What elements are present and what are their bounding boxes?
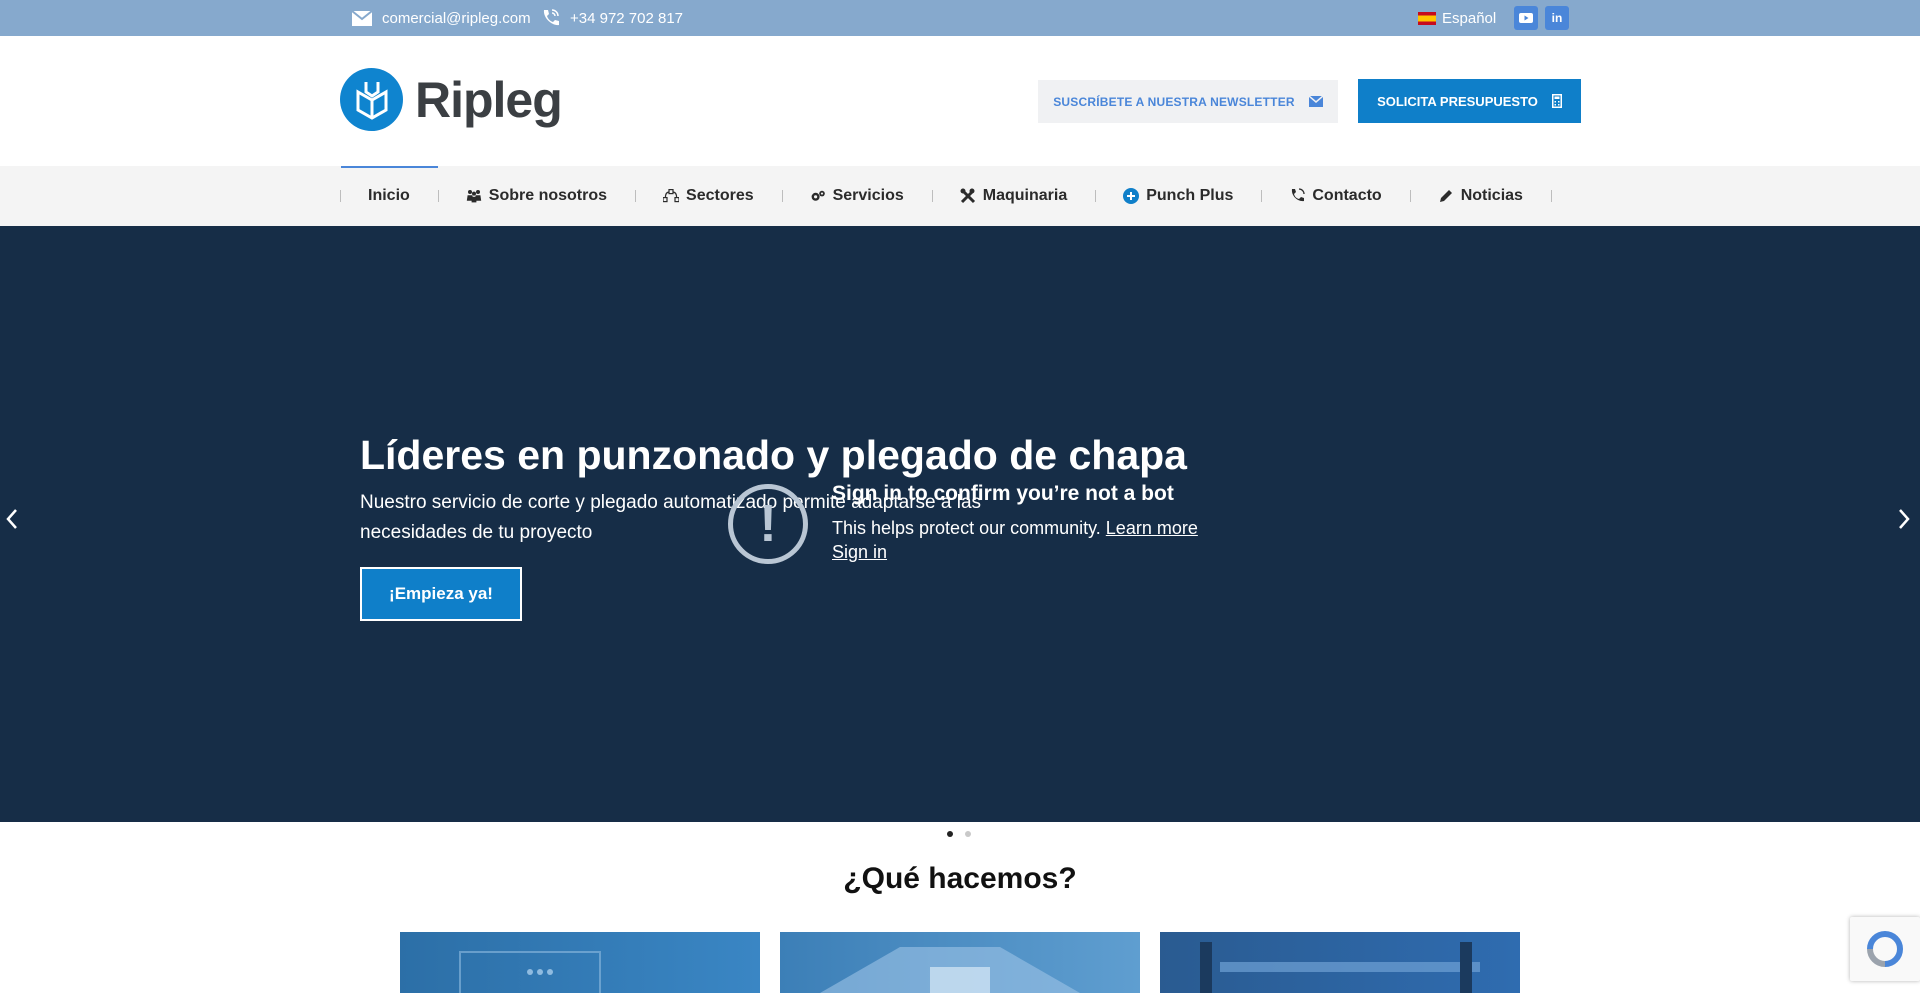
chevron-right-icon xyxy=(1899,509,1910,529)
alert-icon: ! xyxy=(728,484,808,564)
contact-phone[interactable]: +34 972 702 817 xyxy=(540,0,683,36)
youtube-icon xyxy=(1519,13,1533,23)
newsletter-button[interactable]: SUSCRÍBETE A NUESTRA NEWSLETTER xyxy=(1038,80,1338,123)
chevron-left-icon xyxy=(6,509,17,529)
nav-label: Inicio xyxy=(368,187,410,204)
sign-in-link[interactable]: Sign in xyxy=(832,542,887,563)
language-selector[interactable]: Español xyxy=(1418,0,1496,36)
nav-item-sobre-nosotros[interactable]: Sobre nosotros xyxy=(437,166,635,226)
nav-item-servicios[interactable]: Servicios xyxy=(781,166,932,226)
bot-notice-message: This helps protect our community. xyxy=(832,518,1101,538)
service-image-1 xyxy=(459,951,601,993)
plus-circle-icon xyxy=(1123,188,1140,204)
slider-prev-button[interactable] xyxy=(6,506,18,537)
logo-text: Ripleg xyxy=(415,71,563,128)
request-quote-button[interactable]: SOLICITA PRESUPUESTO xyxy=(1358,79,1581,123)
mail-icon xyxy=(352,10,372,26)
service-image-3 xyxy=(1200,942,1480,993)
site-logo[interactable]: Ripleg xyxy=(340,68,563,131)
spain-flag-icon xyxy=(1418,11,1436,25)
top-bar: comercial@ripleg.com +34 972 702 817 Esp… xyxy=(0,0,1920,36)
contact-email[interactable]: comercial@ripleg.com xyxy=(352,0,531,36)
bot-notice-text: This helps protect our community. Learn … xyxy=(832,518,1198,539)
vector-icon xyxy=(663,189,680,203)
nav-divider xyxy=(1550,190,1552,202)
request-quote-label: SOLICITA PRESUPUESTO xyxy=(1377,93,1538,109)
nav-label: Sobre nosotros xyxy=(488,187,608,204)
hero-slider: Líderes en punzonado y plegado de chapa … xyxy=(0,226,1920,822)
slider-dots xyxy=(947,831,971,837)
site-header: Ripleg SUSCRÍBETE A NUESTRA NEWSLETTER S… xyxy=(0,36,1920,166)
nav-item-contacto[interactable]: Contacto xyxy=(1261,166,1409,226)
nav-item-inicio[interactable]: Inicio xyxy=(340,166,438,226)
language-label: Español xyxy=(1442,9,1497,27)
nav-item-maquinaria[interactable]: Maquinaria xyxy=(931,166,1095,226)
calculator-icon xyxy=(1551,94,1562,108)
envelope-icon xyxy=(1308,96,1323,107)
phone-icon xyxy=(543,9,559,26)
service-card-image[interactable] xyxy=(780,932,1140,993)
gears-icon xyxy=(811,190,825,201)
slider-next-button[interactable] xyxy=(1898,506,1910,537)
slider-dot[interactable] xyxy=(947,831,953,837)
bot-notice-title: Sign in to confirm you’re not a bot xyxy=(832,482,1174,505)
service-image-2 xyxy=(820,947,1080,993)
service-card-image[interactable] xyxy=(1160,932,1520,993)
pencil-icon xyxy=(1439,190,1452,202)
recaptcha-icon xyxy=(1867,931,1903,967)
service-card-image[interactable] xyxy=(400,932,760,993)
nav-item-sectores[interactable]: Sectores xyxy=(635,166,782,226)
phone-text: +34 972 702 817 xyxy=(570,9,684,27)
nav-label: Sectores xyxy=(686,187,754,204)
logo-mark-icon xyxy=(340,68,403,131)
nav-label: Punch Plus xyxy=(1146,187,1234,204)
hero-title: Líderes en punzonado y plegado de chapa xyxy=(360,432,1187,478)
nav-item-punch-plus[interactable]: Punch Plus xyxy=(1095,166,1261,226)
main-nav: Inicio Sobre nosotros Sectores Servicios… xyxy=(0,166,1920,226)
nav-label: Maquinaria xyxy=(982,187,1068,204)
nav-item-noticias[interactable]: Noticias xyxy=(1409,166,1551,226)
learn-more-link[interactable]: Learn more xyxy=(1106,518,1198,538)
linkedin-icon: in xyxy=(1551,11,1563,25)
people-icon xyxy=(466,190,481,203)
section-title: ¿Qué hacemos? xyxy=(843,862,1077,895)
nav-label: Servicios xyxy=(832,187,904,204)
phone-icon xyxy=(1292,188,1306,202)
nav-label: Noticias xyxy=(1460,187,1523,204)
linkedin-link[interactable]: in xyxy=(1545,6,1569,30)
recaptcha-badge[interactable] xyxy=(1850,917,1920,981)
nav-label: Contacto xyxy=(1312,187,1382,204)
slider-dot[interactable] xyxy=(965,831,971,837)
youtube-link[interactable] xyxy=(1514,6,1538,30)
newsletter-button-label: SUSCRÍBETE A NUESTRA NEWSLETTER xyxy=(1053,94,1295,109)
email-text: comercial@ripleg.com xyxy=(382,9,531,27)
tools-icon xyxy=(960,188,975,204)
hero-cta-label: ¡Empieza ya! xyxy=(389,584,493,603)
hero-cta-button[interactable]: ¡Empieza ya! xyxy=(360,567,522,621)
